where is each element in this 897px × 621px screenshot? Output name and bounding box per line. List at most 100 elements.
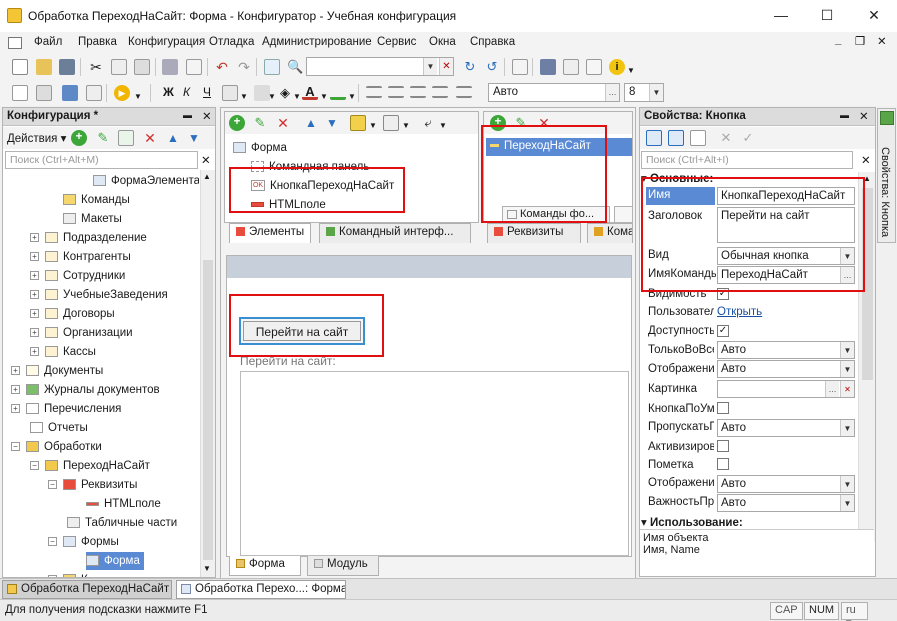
scroll-thumb[interactable] xyxy=(203,260,213,560)
save-icon[interactable] xyxy=(59,59,75,75)
open-folder-icon[interactable] xyxy=(36,59,52,75)
prop-display-select[interactable]: Авто ▼ xyxy=(717,360,855,378)
fill-icon[interactable]: ◈ xyxy=(277,85,293,101)
menu-edit[interactable]: Правка xyxy=(78,36,117,48)
underline-button[interactable]: Ч xyxy=(203,85,211,99)
font-combo[interactable]: Авто … xyxy=(488,83,620,102)
font-size-combo[interactable]: 8 ▼ xyxy=(624,83,664,102)
find-icon[interactable] xyxy=(264,59,280,75)
scroll-up-icon[interactable]: ▲ xyxy=(203,172,211,181)
tab-extra[interactable] xyxy=(614,206,632,222)
chevron-down-icon[interactable]: ▼ xyxy=(840,476,854,492)
scroll-down-icon[interactable]: ▼ xyxy=(203,564,211,573)
chevron-down-icon[interactable]: ▼ xyxy=(840,361,854,377)
notes-icon[interactable] xyxy=(586,59,602,75)
move-up-icon[interactable]: ▲ xyxy=(303,115,319,131)
edit-icon[interactable]: ✎ xyxy=(252,115,268,131)
tree-item[interactable]: + УчебныеЗаведения xyxy=(30,286,168,304)
config-scrollbar[interactable]: ▲ ▼ xyxy=(200,170,215,577)
mdi-restore-icon[interactable]: ❐ xyxy=(855,34,865,48)
tree-item[interactable]: Команды xyxy=(63,191,130,209)
bold-button[interactable]: Ж xyxy=(163,85,174,99)
expand-icon[interactable]: + xyxy=(30,309,39,319)
chevron-down-icon[interactable]: ▼ xyxy=(320,92,328,101)
chevron-down-icon[interactable]: ▼ xyxy=(840,495,854,511)
tree-item[interactable]: Макеты xyxy=(63,210,122,228)
tree-item[interactable]: + Подразделение xyxy=(30,229,147,247)
collapse-icon[interactable]: − xyxy=(11,442,20,452)
section-usage[interactable]: ▾ Использование: xyxy=(641,515,743,529)
tree-item[interactable]: ФормаЭлемента xyxy=(93,172,199,190)
property-pages-icon[interactable] xyxy=(690,130,706,146)
system-menu-icon[interactable] xyxy=(8,37,22,49)
chevron-down-icon[interactable]: ▼ xyxy=(240,92,248,101)
prop-only-all-select[interactable]: Авто ▼ xyxy=(717,341,855,359)
tab-command-interface[interactable]: Командный интерф... xyxy=(319,223,471,243)
syntax-helper-icon[interactable] xyxy=(563,59,579,75)
chevron-down-icon[interactable]: ▼ xyxy=(840,342,854,358)
sort-alpha-icon[interactable] xyxy=(668,130,684,146)
menu-debug[interactable]: Отладка xyxy=(209,36,254,48)
edit-icon[interactable]: ✎ xyxy=(95,130,111,146)
tree-item[interactable]: + Договоры xyxy=(30,305,115,323)
tree-item[interactable]: Форма xyxy=(86,552,144,570)
menu-file[interactable]: Файл xyxy=(34,36,62,48)
frame-icon[interactable] xyxy=(222,85,238,101)
clear-icon[interactable]: ✕ xyxy=(840,381,854,397)
wizard-icon[interactable] xyxy=(540,59,556,75)
module-icon[interactable] xyxy=(86,85,102,101)
menu-administration[interactable]: Администрирование xyxy=(262,36,372,48)
tree-item[interactable]: + Перечисления xyxy=(11,400,121,418)
delete-icon[interactable]: ✕ xyxy=(275,115,291,131)
chevron-down-icon[interactable]: ▼ xyxy=(402,121,410,130)
text-color-icon[interactable]: A xyxy=(302,84,318,100)
italic-button[interactable]: К xyxy=(183,85,190,99)
chevron-down-icon[interactable]: … xyxy=(605,84,619,101)
categories-icon[interactable] xyxy=(646,130,662,146)
paste-icon[interactable] xyxy=(134,59,150,75)
new-document-icon[interactable] xyxy=(12,59,28,75)
tree-item[interactable]: − Формы xyxy=(48,533,119,551)
align-right-icon[interactable] xyxy=(410,86,426,98)
tree-item[interactable]: + Организации xyxy=(30,324,133,342)
find-next-icon[interactable]: ↻ xyxy=(462,59,478,75)
prop-user-visibility-link[interactable]: Открыть xyxy=(717,306,762,318)
print-icon[interactable] xyxy=(162,59,178,75)
highlight-icon[interactable] xyxy=(330,84,346,100)
undo-icon[interactable]: ↶ xyxy=(214,59,230,75)
copy-item-icon[interactable] xyxy=(118,130,134,146)
chevron-down-icon[interactable]: ▼ xyxy=(423,58,437,75)
menu-service[interactable]: Сервис xyxy=(377,36,416,48)
window-tab-dataprocessor[interactable]: Обработка ПереходНаСайт xyxy=(2,580,172,599)
tab-module[interactable]: Модуль xyxy=(307,556,379,576)
tree-item[interactable]: + Документы xyxy=(11,362,103,380)
chevron-down-icon[interactable]: ▼ xyxy=(649,84,663,101)
menu-configuration[interactable]: Конфигурация xyxy=(128,36,205,48)
sort-icon[interactable]: ⤶ xyxy=(420,115,436,131)
tree-item[interactable]: HTMLполе xyxy=(86,495,161,513)
start-debug-icon[interactable]: ▶ xyxy=(114,85,130,101)
collapse-icon[interactable]: − xyxy=(48,537,57,547)
layout-icon[interactable] xyxy=(350,115,366,131)
menu-windows[interactable]: Окна xyxy=(429,36,456,48)
print-preview-icon[interactable] xyxy=(186,59,202,75)
expand-icon[interactable]: + xyxy=(30,328,39,338)
properties-side-tab[interactable]: Свойства: Кнопка xyxy=(877,108,896,243)
window-icon[interactable] xyxy=(512,59,528,75)
table-icon[interactable] xyxy=(36,85,52,101)
apply-icon[interactable]: ✓ xyxy=(740,130,756,146)
prop-display-in-select[interactable]: Авто ▼ xyxy=(717,475,855,493)
tab-commands[interactable]: Команды xyxy=(587,223,633,243)
prop-picture-input[interactable]: … ✕ xyxy=(717,380,855,398)
redo-icon[interactable]: ↷ xyxy=(236,59,252,75)
search-combo[interactable]: ▼ ✕ xyxy=(306,57,454,76)
close-button[interactable]: ✕ xyxy=(851,0,897,32)
chevron-down-icon[interactable]: ▼ xyxy=(293,92,301,101)
minimize-button[interactable]: — xyxy=(758,0,804,32)
chevron-down-icon[interactable]: ▼ xyxy=(369,121,377,130)
expand-icon[interactable]: + xyxy=(30,252,39,262)
move-down-icon[interactable]: ▼ xyxy=(186,130,202,146)
prop-activate-checkbox[interactable] xyxy=(717,440,729,452)
prop-default-button-checkbox[interactable] xyxy=(717,402,729,414)
tab-attributes[interactable]: Реквизиты xyxy=(487,223,581,243)
